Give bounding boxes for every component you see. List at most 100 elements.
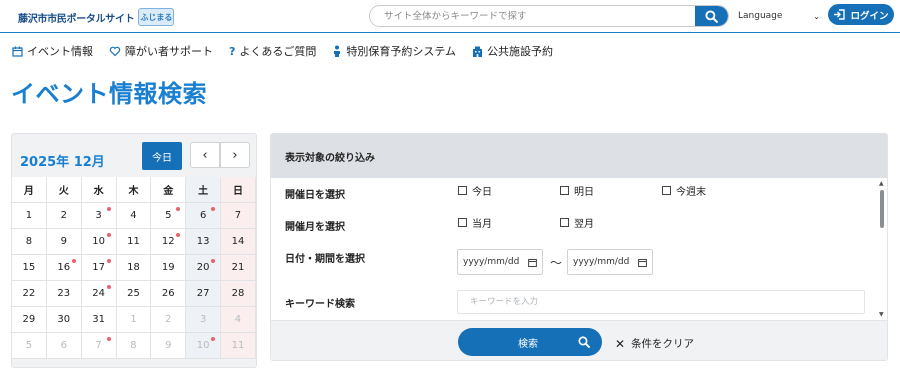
calendar-week-row: 22 23 24 25 26 27 28 [12,281,256,307]
checkbox-box [560,218,569,227]
checkbox-box [662,186,671,195]
filter-scrollbar[interactable]: ▲ ▼ [877,179,887,321]
checkbox-tomorrow[interactable]: 明日 [560,183,594,198]
calendar-day[interactable]: 12 [151,229,187,255]
logo-text: 藤沢市市民ポータルサイト [18,13,135,25]
nav-item-childcare[interactable]: 特別保育予約システム [332,40,456,62]
calendar-day[interactable]: 28 [221,281,256,307]
nav-item-events[interactable]: イベント情報 [12,40,93,62]
calendar-day[interactable]: 7 [81,333,117,359]
filter-panel: 表示対象の絞り込み 開催日を選択 今日 明日 今週末 開催月を選択 当月 翌月 … [270,133,888,361]
date-to-input[interactable]: yyyy/mm/dd [567,249,653,275]
calendar-day[interactable]: 9 [46,229,82,255]
calendar-weekday: 木 [116,177,152,203]
calendar-day[interactable]: 5 [12,333,47,359]
checkbox-today[interactable]: 今日 [458,183,492,198]
calendar-day-number: 16 [57,262,71,273]
search-submit-button[interactable]: 検索 [458,328,602,356]
scrollbar-thumb[interactable] [880,190,884,228]
calendar-day-number: 29 [22,314,36,325]
scroll-down-icon[interactable]: ▼ [879,311,884,318]
filter-heading: 表示対象の絞り込み [271,134,887,178]
page-title: イベント情報検索 [11,80,207,108]
date-from-input[interactable]: yyyy/mm/dd [457,249,543,275]
keyword-input[interactable] [457,290,865,314]
calendar-day[interactable]: 3 [186,307,222,333]
calendar-day[interactable]: 20 [186,255,222,281]
calendar-day[interactable]: 17 [81,255,117,281]
calendar-day[interactable]: 14 [221,229,256,255]
nav-item-label: 特別保育予約システム [346,45,457,58]
calendar-day[interactable]: 1 [116,307,152,333]
calendar-day[interactable]: 4 [221,307,256,333]
calendar-day[interactable]: 2 [46,203,82,229]
calendar-day[interactable]: 3 [81,203,117,229]
calendar-day[interactable]: 27 [186,281,222,307]
calendar-day[interactable]: 23 [46,281,82,307]
calendar-day-number: 3 [199,314,207,325]
today-button[interactable]: 今日 [142,142,182,170]
calendar-day[interactable]: 16 [46,255,82,281]
checkbox-this-month[interactable]: 当月 [458,215,492,230]
site-search-input[interactable] [370,6,695,26]
calendar-day[interactable]: 11 [221,333,256,359]
calendar-day[interactable]: 30 [46,307,82,333]
site-search [369,5,729,27]
calendar-day[interactable]: 18 [116,255,152,281]
calendar-day[interactable]: 11 [116,229,152,255]
nav-item-faq[interactable]: ? よくあるご質問 [229,40,316,62]
date-select-label: 開催日を選択 [285,190,345,201]
calendar-day[interactable]: 26 [151,281,187,307]
calendar-day[interactable]: 25 [116,281,152,307]
calendar-day[interactable]: 4 [116,203,152,229]
clear-conditions-button[interactable]: ✕ 条件をクリア [615,336,694,351]
calendar-day[interactable]: 31 [81,307,117,333]
calendar-day[interactable]: 15 [12,255,47,281]
site-logo[interactable]: 藤沢市市民ポータルサイト ふじまる [18,8,175,26]
calendar-month-label: 2025年 12月 [20,155,105,170]
nav-item-facility-reservation[interactable]: 公共施設予約 [472,40,553,62]
calendar-day-number: 22 [22,288,36,299]
calendar-day-number: 23 [57,288,71,299]
nav-item-disability-support[interactable]: 障がい者サポート [109,40,213,62]
chevron-down-icon: ⌄ [813,11,820,21]
calendar-day[interactable]: 10 [81,229,117,255]
heart-hand-icon [109,46,121,56]
search-icon [578,336,590,348]
building-icon [473,46,483,57]
logo-badge: ふじまる [138,8,175,26]
event-calendar: 2025年 12月 今日 ‹ › 月火水木金土日 1 2 3 4 5 6 7 8 9 10 11 12 1… [11,133,257,368]
language-label: Language [738,11,783,21]
main-nav: イベント情報 障がい者サポート ? よくあるご質問 特別保育予約システム 公共施… [0,40,557,62]
calendar-day[interactable]: 2 [151,307,187,333]
calendar-day[interactable]: 7 [221,203,256,229]
calendar-day[interactable]: 6 [46,333,82,359]
question-icon: ? [229,44,236,58]
next-month-button[interactable]: › [220,142,250,168]
calendar-day[interactable]: 19 [151,255,187,281]
prev-month-button[interactable]: ‹ [190,142,220,168]
calendar-day[interactable]: 22 [12,281,47,307]
calendar-day[interactable]: 24 [81,281,117,307]
language-select[interactable]: Language ⌄ [734,6,824,26]
checkbox-next-month[interactable]: 翌月 [560,215,594,230]
calendar-day[interactable]: 13 [186,229,222,255]
calendar-day[interactable]: 10 [186,333,222,359]
calendar-day[interactable]: 5 [151,203,187,229]
calendar-day-number: 12 [161,236,175,247]
calendar-week-row: 1 2 3 4 5 6 7 [12,203,256,229]
calendar-day[interactable]: 6 [186,203,222,229]
calendar-day-number: 20 [196,262,210,273]
site-search-button[interactable] [695,6,728,26]
calendar-day[interactable]: 8 [116,333,152,359]
calendar-day-number: 31 [92,314,105,325]
calendar-day[interactable]: 9 [151,333,187,359]
calendar-day[interactable]: 1 [12,203,47,229]
date-to-placeholder: yyyy/mm/dd [573,257,630,267]
scroll-up-icon[interactable]: ▲ [879,180,884,187]
calendar-day[interactable]: 21 [221,255,256,281]
calendar-day[interactable]: 8 [12,229,47,255]
calendar-day[interactable]: 29 [12,307,47,333]
checkbox-this-weekend[interactable]: 今週末 [662,183,706,198]
login-button[interactable]: ログイン [828,4,894,25]
